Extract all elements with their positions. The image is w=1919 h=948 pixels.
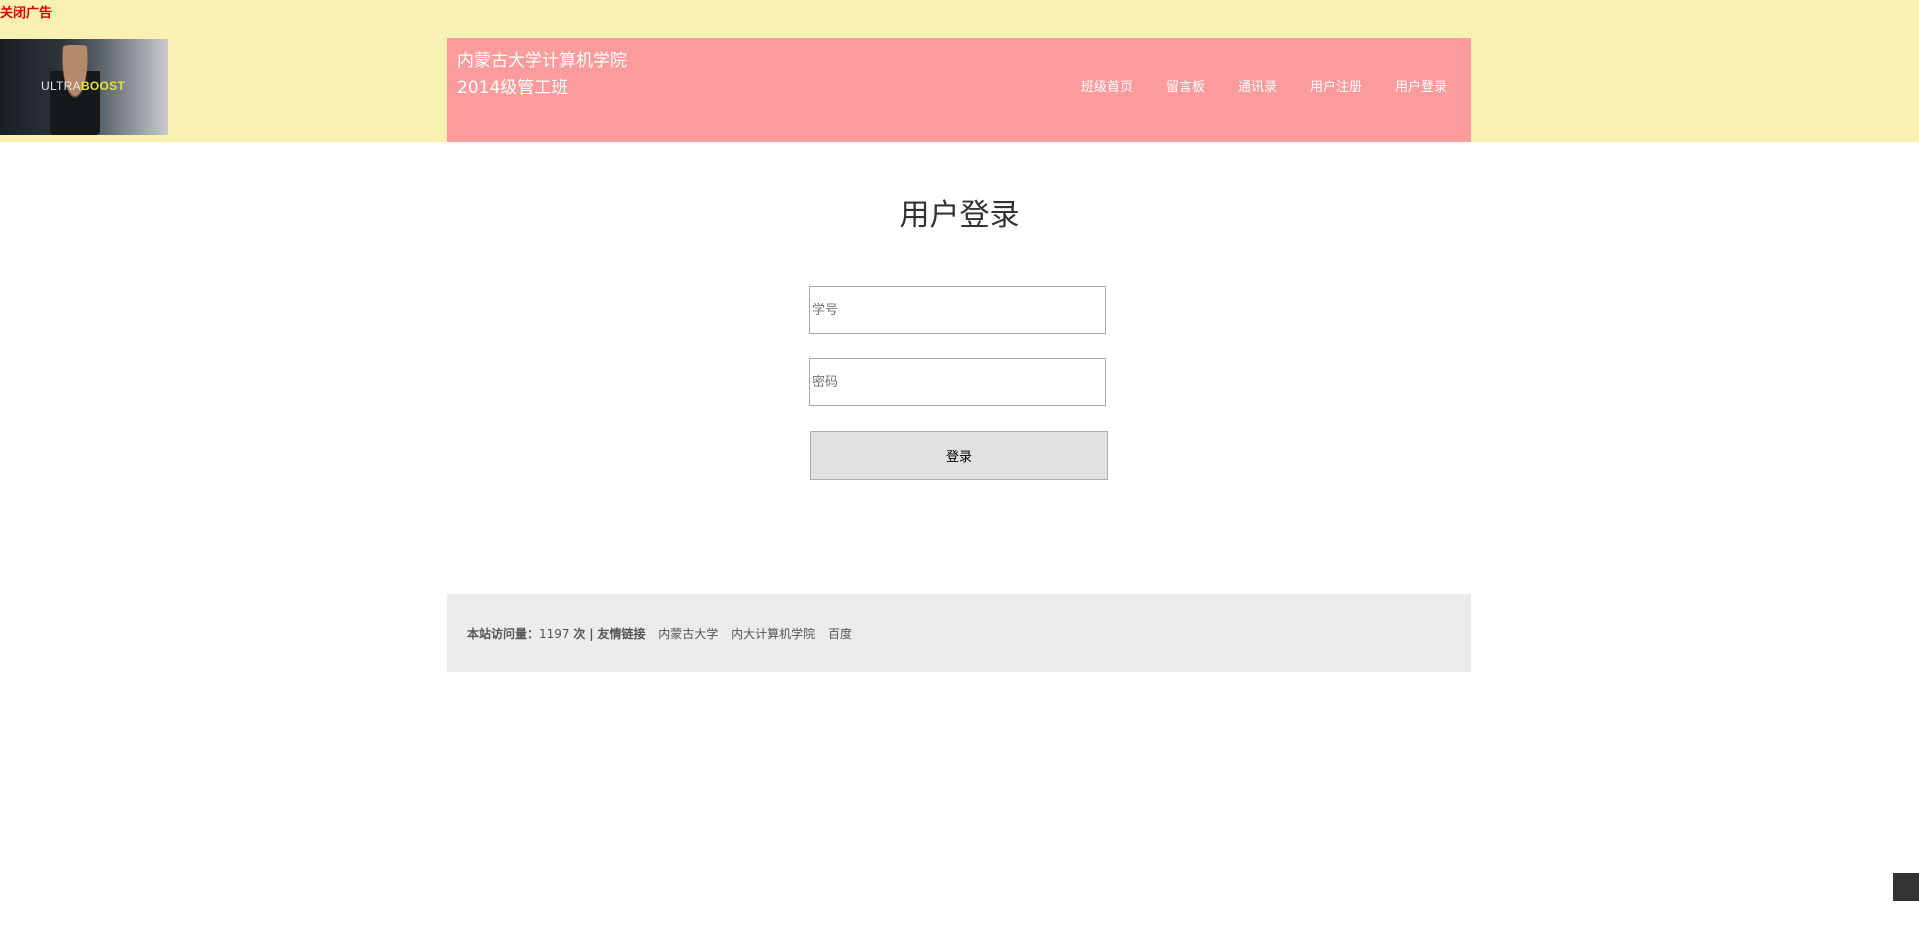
login-button[interactable]: 登录 (810, 431, 1108, 480)
friend-link-imu[interactable]: 内蒙古大学 (658, 627, 718, 641)
site-title: 内蒙古大学计算机学院 2014级管工班 (457, 48, 627, 102)
footer-separator: | (589, 627, 594, 641)
visits-unit: 次 (573, 627, 586, 641)
top-banner-band: 关闭广告 ULTRABOOST 内蒙古大学计算机学院 2014级管工班 班级首页… (0, 0, 1919, 142)
site-header: 内蒙古大学计算机学院 2014级管工班 班级首页 留言板 通讯录 用户注册 用户… (447, 38, 1471, 142)
back-to-top-button[interactable] (1893, 873, 1919, 901)
footer-info: 本站访问量：1197 次 | 友情链接 内蒙古大学 内大计算机学院 百度 (467, 625, 852, 642)
nav-item-message-board[interactable]: 留言板 (1166, 76, 1205, 95)
main-nav: 班级首页 留言板 通讯录 用户注册 用户登录 (1048, 76, 1447, 95)
site-title-line2: 2014级管工班 (457, 78, 569, 98)
friend-link-baidu[interactable]: 百度 (828, 627, 852, 641)
site-title-line1: 内蒙古大学计算机学院 (457, 51, 627, 71)
student-id-input[interactable] (809, 286, 1106, 334)
footer: 本站访问量：1197 次 | 友情链接 内蒙古大学 内大计算机学院 百度 (447, 594, 1471, 672)
nav-item-class-home[interactable]: 班级首页 (1081, 76, 1133, 95)
friend-link-imu-cs[interactable]: 内大计算机学院 (731, 627, 815, 641)
password-input[interactable] (809, 358, 1106, 406)
visits-label: 本站访问量： (467, 627, 540, 641)
ad-image[interactable]: ULTRABOOST (0, 39, 168, 135)
nav-item-login[interactable]: 用户登录 (1395, 76, 1447, 95)
friend-links-label: 友情链接 (597, 627, 646, 641)
visits-count: 1197 (539, 627, 570, 641)
nav-item-register[interactable]: 用户注册 (1310, 76, 1362, 95)
ad-image-logo: ULTRABOOST (41, 79, 126, 93)
close-ad-link[interactable]: 关闭广告 (0, 2, 52, 21)
login-title: 用户登录 (899, 198, 1020, 233)
nav-item-contacts[interactable]: 通讯录 (1238, 76, 1277, 95)
